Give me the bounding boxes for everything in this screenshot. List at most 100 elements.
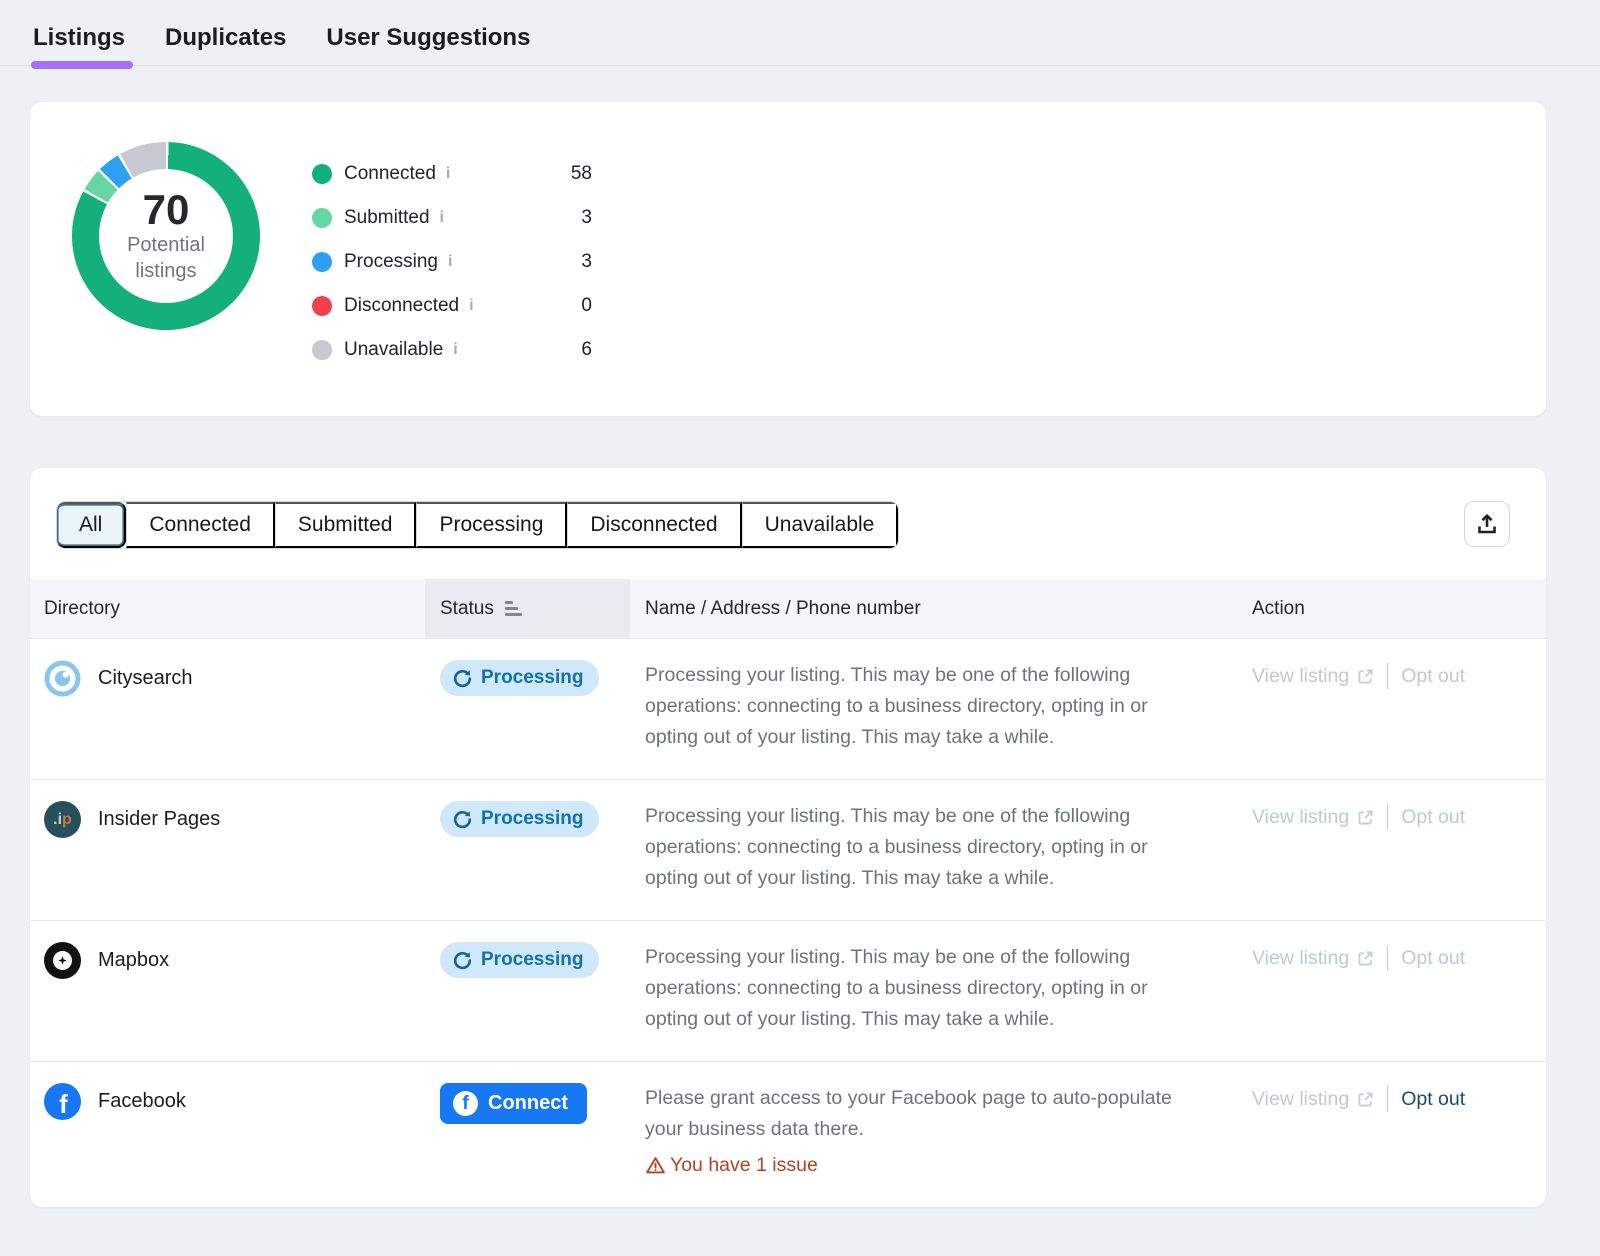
legend-row-connected: Connected i 58 xyxy=(312,152,592,196)
directory-cell: Citysearch xyxy=(30,660,425,697)
action-divider xyxy=(1387,1086,1388,1112)
action-cell: View listing Opt out xyxy=(1252,663,1546,689)
export-button[interactable] xyxy=(1464,501,1510,547)
opt-out-link[interactable]: Opt out xyxy=(1401,806,1465,829)
directory-name: Facebook xyxy=(98,1090,186,1113)
directory-cell: Mapbox xyxy=(30,942,425,979)
column-status-sortable[interactable]: Status xyxy=(425,579,630,638)
facebook-description: Please grant access to your Facebook pag… xyxy=(645,1087,1172,1140)
view-listing-link[interactable]: View listing xyxy=(1252,1088,1374,1111)
processing-status-badge: Processing xyxy=(440,660,599,696)
tab-bar: Listings Duplicates User Suggestions xyxy=(0,0,1600,66)
facebook-icon: f xyxy=(453,1091,478,1116)
listings-toolbar: All Connected Submitted Processing Disco… xyxy=(30,494,1546,549)
view-listing-link[interactable]: View listing xyxy=(1252,806,1374,829)
action-divider xyxy=(1387,663,1388,689)
legend-label: Disconnected xyxy=(344,295,459,317)
table-row: f Facebook f Connect Please grant access… xyxy=(30,1061,1546,1207)
tab-listings[interactable]: Listings xyxy=(33,24,125,65)
submitted-dot-icon xyxy=(312,208,332,228)
mapbox-logo-icon xyxy=(44,942,81,979)
facebook-logo-icon: f xyxy=(44,1083,81,1120)
info-icon[interactable]: i xyxy=(446,165,450,183)
info-icon[interactable]: i xyxy=(453,341,457,359)
opt-out-link[interactable]: Opt out xyxy=(1401,1088,1465,1111)
table-row: Mapbox Processing Processing your listin… xyxy=(30,920,1546,1061)
column-directory: Directory xyxy=(30,579,425,638)
status-label: Processing xyxy=(481,808,583,830)
connect-button[interactable]: f Connect xyxy=(440,1083,587,1124)
action-cell: View listing Opt out xyxy=(1252,1086,1546,1112)
view-listing-label: View listing xyxy=(1252,1088,1349,1111)
legend-count: 6 xyxy=(581,339,592,361)
status-label: Processing xyxy=(481,667,583,689)
refresh-icon xyxy=(453,810,472,829)
filter-connected[interactable]: Connected xyxy=(126,502,275,548)
status-legend: Connected i 58 Submitted i 3 Processing … xyxy=(312,152,592,372)
processing-dot-icon xyxy=(312,252,332,272)
directory-name: Insider Pages xyxy=(98,808,220,831)
action-cell: View listing Opt out xyxy=(1252,804,1546,830)
table-row: .ip Insider Pages Processing Processing … xyxy=(30,779,1546,920)
filter-submitted[interactable]: Submitted xyxy=(275,502,417,548)
filter-all[interactable]: All xyxy=(57,502,126,548)
donut-total-label: Potential listings xyxy=(111,232,221,284)
table-row: Citysearch Processing Processing your li… xyxy=(30,638,1546,779)
opt-out-link[interactable]: Opt out xyxy=(1401,947,1465,970)
view-listing-link[interactable]: View listing xyxy=(1252,665,1374,688)
export-icon xyxy=(1475,512,1499,536)
column-name-address-phone: Name / Address / Phone number xyxy=(630,579,1252,638)
view-listing-link[interactable]: View listing xyxy=(1252,947,1374,970)
external-link-icon xyxy=(1357,950,1374,967)
status-label: Processing xyxy=(481,949,583,971)
legend-row-unavailable: Unavailable i 6 xyxy=(312,328,592,372)
issue-text: You have 1 issue xyxy=(670,1150,818,1181)
opt-out-link[interactable]: Opt out xyxy=(1401,665,1465,688)
legend-label: Connected xyxy=(344,163,436,185)
table-header: Directory Status Name / Address / Phone … xyxy=(30,579,1546,638)
tab-duplicates[interactable]: Duplicates xyxy=(165,24,286,65)
processing-status-badge: Processing xyxy=(440,801,599,837)
external-link-icon xyxy=(1357,809,1374,826)
unavailable-dot-icon xyxy=(312,340,332,360)
legend-label: Unavailable xyxy=(344,339,443,361)
filter-processing[interactable]: Processing xyxy=(416,502,567,548)
refresh-icon xyxy=(453,669,472,688)
view-listing-label: View listing xyxy=(1252,947,1349,970)
tab-user-suggestions[interactable]: User Suggestions xyxy=(326,24,530,65)
filter-unavailable[interactable]: Unavailable xyxy=(742,502,899,548)
summary-card: 70 Potential listings Connected i 58 Sub… xyxy=(30,102,1546,416)
refresh-icon xyxy=(453,951,472,970)
status-cell: Processing xyxy=(425,801,630,894)
info-icon[interactable]: i xyxy=(469,297,473,315)
processing-status-badge: Processing xyxy=(440,942,599,978)
listing-description: Please grant access to your Facebook pag… xyxy=(630,1083,1252,1181)
legend-count: 3 xyxy=(581,207,592,229)
action-divider xyxy=(1387,945,1388,971)
connect-label: Connect xyxy=(488,1092,568,1115)
issue-warning[interactable]: You have 1 issue xyxy=(645,1150,1182,1181)
filter-disconnected[interactable]: Disconnected xyxy=(567,502,741,548)
disconnected-dot-icon xyxy=(312,296,332,316)
insider-pages-logo-icon: .ip xyxy=(44,801,81,838)
legend-label: Processing xyxy=(344,251,438,273)
status-cell: f Connect xyxy=(425,1083,630,1181)
info-icon[interactable]: i xyxy=(448,253,452,271)
column-status-label: Status xyxy=(440,598,494,620)
connected-dot-icon xyxy=(312,164,332,184)
legend-count: 0 xyxy=(581,295,592,317)
listing-description: Processing your listing. This may be one… xyxy=(630,942,1252,1035)
directory-name: Mapbox xyxy=(98,949,169,972)
info-icon[interactable]: i xyxy=(440,209,444,227)
status-filter-group: All Connected Submitted Processing Disco… xyxy=(56,501,899,549)
donut-total-value: 70 xyxy=(143,188,190,232)
listing-description: Processing your listing. This may be one… xyxy=(630,660,1252,753)
listing-description: Processing your listing. This may be one… xyxy=(630,801,1252,894)
listing-management-page: Listings Duplicates User Suggestions 70 … xyxy=(0,0,1600,1256)
citysearch-logo-icon xyxy=(44,660,81,697)
view-listing-label: View listing xyxy=(1252,806,1349,829)
directory-cell: .ip Insider Pages xyxy=(30,801,425,838)
legend-count: 3 xyxy=(581,251,592,273)
legend-label: Submitted xyxy=(344,207,430,229)
action-cell: View listing Opt out xyxy=(1252,945,1546,971)
